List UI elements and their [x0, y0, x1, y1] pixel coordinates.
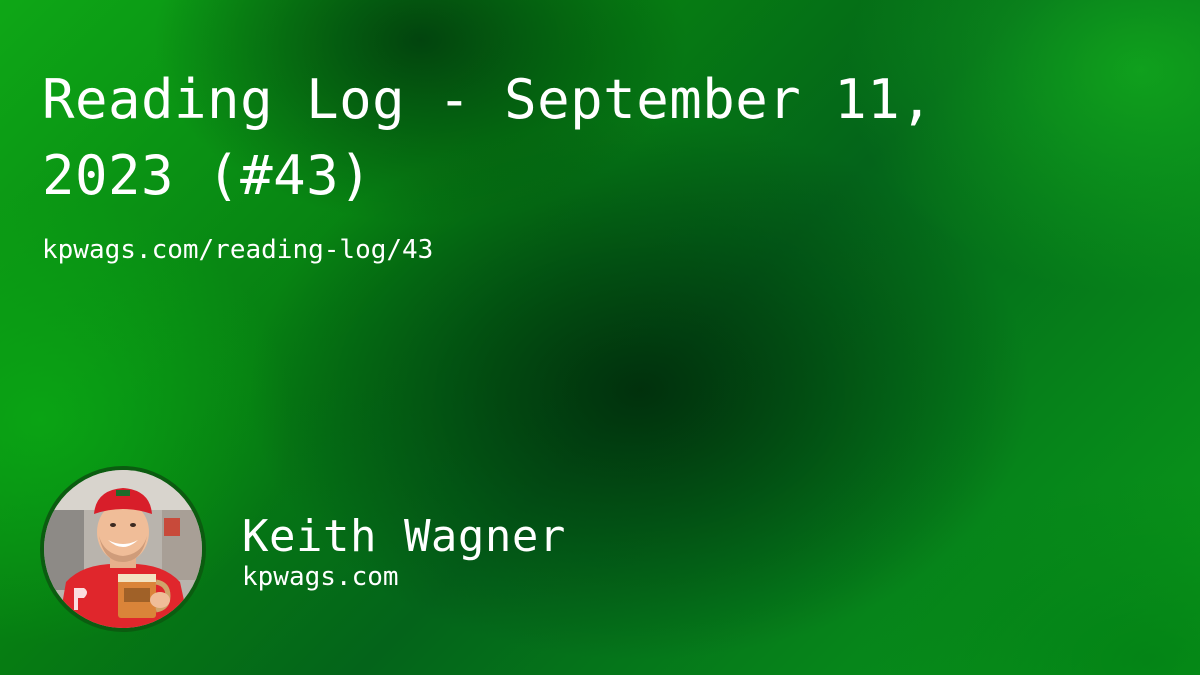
author-name: Keith Wagner [242, 511, 566, 562]
page-url: kpwags.com/reading-log/43 [42, 235, 434, 265]
author-site: kpwags.com [242, 562, 399, 592]
avatar [40, 466, 206, 632]
og-card: { "title": "Reading Log - September 11, … [0, 0, 1200, 675]
author-text: Keith Wagner kpwags.com [242, 511, 566, 593]
author-block: Keith Wagner kpwags.com [40, 466, 566, 632]
avatar-photo-icon [44, 470, 202, 628]
page-title: Reading Log - September 11, 2023 (#43) [42, 68, 934, 207]
